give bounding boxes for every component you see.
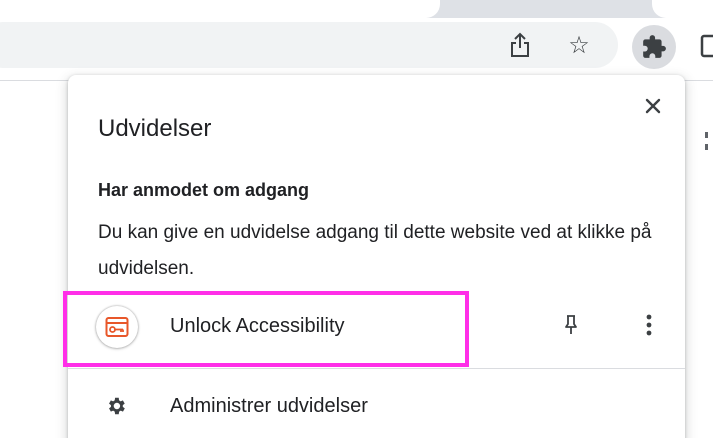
page-content-hint xyxy=(705,132,708,154)
browser-window: ☆ Udvidelser Har anmodet om adgang Du ka xyxy=(0,0,713,438)
gear-icon xyxy=(105,395,127,417)
share-icon[interactable] xyxy=(505,30,535,60)
share-icon-glyph xyxy=(511,32,529,57)
star-glyph: ☆ xyxy=(568,32,590,59)
pin-button[interactable] xyxy=(558,310,584,340)
more-options-button[interactable] xyxy=(636,310,662,340)
section-heading: Har anmodet om adgang xyxy=(98,180,310,200)
side-panel-icon[interactable] xyxy=(700,34,713,58)
popup-divider xyxy=(68,368,685,369)
close-icon xyxy=(645,98,661,114)
more-vertical-icon xyxy=(646,314,652,336)
side-panel-glyph xyxy=(700,34,713,58)
tab-strip xyxy=(0,0,713,18)
gear-glyph xyxy=(109,397,125,415)
browser-toolbar: ☆ xyxy=(0,18,713,81)
manage-extensions-label: Administrer udvidelser xyxy=(170,395,368,417)
extensions-puzzle-icon xyxy=(643,35,666,58)
popup-title: Udvidelser xyxy=(98,115,212,142)
page-edge-mark xyxy=(705,132,708,150)
bookmark-star-icon[interactable]: ☆ xyxy=(563,30,595,62)
section-description: Du kan give en udvidelse adgang til dett… xyxy=(98,222,652,279)
extensions-button[interactable] xyxy=(632,25,676,69)
pin-icon xyxy=(565,315,577,334)
extensions-popup: Udvidelser Har anmodet om adgang Du kan … xyxy=(63,75,685,438)
highlight-annotation-box xyxy=(63,291,469,367)
active-tab[interactable] xyxy=(0,0,440,18)
adjacent-tab[interactable] xyxy=(652,0,713,18)
close-button[interactable] xyxy=(638,91,668,121)
manage-extensions-row[interactable]: Administrer udvidelser xyxy=(68,375,685,435)
extension-row[interactable]: Unlock Accessibility xyxy=(63,288,685,367)
